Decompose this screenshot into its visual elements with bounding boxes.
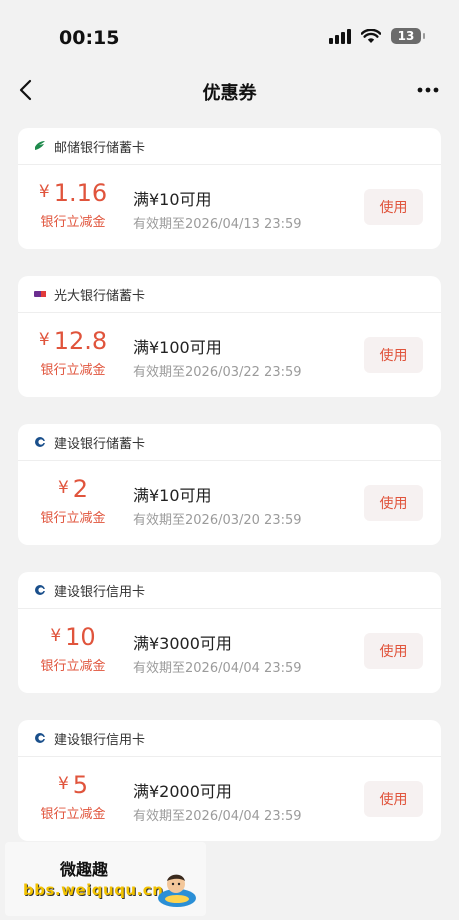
coupon-card-body: ¥12.8 银行立减金 满¥100可用 有效期至2026/03/22 23:59… <box>18 313 441 397</box>
amount-label: 银行立减金 <box>40 511 106 526</box>
mascot-icon <box>158 874 196 907</box>
amount-value: 2 <box>72 475 89 503</box>
coupon-condition: 满¥10可用 <box>133 190 212 209</box>
use-button[interactable]: 使用 <box>364 633 423 669</box>
status-icons: 13 <box>329 28 425 44</box>
amount-label: 银行立减金 <box>40 215 106 230</box>
coupon-condition: 满¥3000可用 <box>133 634 232 653</box>
bank-name: 建设银行信用卡 <box>54 584 146 600</box>
amount-value: 12.8 <box>53 327 108 355</box>
use-button[interactable]: 使用 <box>364 337 423 373</box>
psbc-logo-icon <box>35 141 45 150</box>
use-button[interactable]: 使用 <box>364 781 423 817</box>
watermark-url: bbs.weiququ.cn <box>23 881 164 899</box>
battery-indicator: 13 <box>391 28 425 44</box>
coupon-card-header: 建设银行储蓄卡 <box>18 424 441 461</box>
coupon-amount: ¥12.8 银行立减金 <box>18 327 128 378</box>
signal-icon <box>329 29 351 44</box>
coupon-card: 建设银行信用卡 ¥5 银行立减金 满¥2000可用 有效期至2026/04/04… <box>18 720 441 841</box>
amount-label: 银行立减金 <box>40 363 106 378</box>
currency-symbol: ¥ <box>57 478 69 498</box>
amount-label: 银行立减金 <box>40 807 106 822</box>
coupon-amount: ¥5 银行立减金 <box>18 771 128 822</box>
coupon-card-body: ¥10 银行立减金 满¥3000可用 有效期至2026/04/04 23:59 … <box>18 609 441 693</box>
use-button[interactable]: 使用 <box>364 485 423 521</box>
page-title: 优惠券 <box>202 83 257 104</box>
status-bar: 00:15 13 <box>0 0 459 68</box>
watermark-title: 微趣趣 <box>60 860 109 879</box>
coupon-card-header: 光大银行储蓄卡 <box>18 276 441 313</box>
coupon-card-header: 邮储银行储蓄卡 <box>18 128 441 165</box>
coupon-card-header: 建设银行信用卡 <box>18 720 441 757</box>
amount-value: 10 <box>65 623 96 651</box>
nav-bar: 优惠券 <box>0 68 459 112</box>
ccb-logo-icon <box>35 733 46 743</box>
coupon-expiry: 有效期至2026/03/22 23:59 <box>133 365 302 380</box>
coupon-card: 邮储银行储蓄卡 ¥1.16 银行立减金 满¥10可用 有效期至2026/04/1… <box>18 128 441 249</box>
coupon-card-header: 建设银行信用卡 <box>18 572 441 609</box>
coupon-condition: 满¥2000可用 <box>133 782 232 801</box>
amount-value: 1.16 <box>53 179 108 207</box>
coupon-amount: ¥2 银行立减金 <box>18 475 128 526</box>
amount-value: 5 <box>72 771 89 799</box>
bank-name: 建设银行信用卡 <box>54 732 146 748</box>
ccb-logo-icon <box>35 585 46 595</box>
use-button[interactable]: 使用 <box>364 189 423 225</box>
coupon-card: 建设银行储蓄卡 ¥2 银行立减金 满¥10可用 有效期至2026/03/20 2… <box>18 424 441 545</box>
coupon-expiry: 有效期至2026/03/20 23:59 <box>133 513 302 528</box>
coupon-card-body: ¥5 银行立减金 满¥2000可用 有效期至2026/04/04 23:59 使… <box>18 757 441 841</box>
status-time: 00:15 <box>59 27 120 49</box>
coupon-card-body: ¥1.16 银行立减金 满¥10可用 有效期至2026/04/13 23:59 … <box>18 165 441 249</box>
amount-label: 银行立减金 <box>40 659 106 674</box>
ceb-logo-icon <box>34 291 46 297</box>
coupon-expiry: 有效期至2026/04/04 23:59 <box>133 661 302 676</box>
currency-symbol: ¥ <box>57 774 69 794</box>
bank-name: 邮储银行储蓄卡 <box>54 140 146 156</box>
coupon-card-body: ¥2 银行立减金 满¥10可用 有效期至2026/03/20 23:59 使用 <box>18 461 441 545</box>
coupon-card: 建设银行信用卡 ¥10 银行立减金 满¥3000可用 有效期至2026/04/0… <box>18 572 441 693</box>
coupon-condition: 满¥100可用 <box>133 338 222 357</box>
coupon-amount: ¥10 银行立减金 <box>18 623 128 674</box>
coupon-expiry: 有效期至2026/04/04 23:59 <box>133 809 302 824</box>
coupon-expiry: 有效期至2026/04/13 23:59 <box>133 217 302 232</box>
coupon-list: 邮储银行储蓄卡 ¥1.16 银行立减金 满¥10可用 有效期至2026/04/1… <box>18 128 441 868</box>
coupon-amount: ¥1.16 银行立减金 <box>18 179 128 230</box>
currency-symbol: ¥ <box>50 626 62 646</box>
bank-name: 光大银行储蓄卡 <box>54 288 146 304</box>
wifi-icon <box>361 28 381 43</box>
currency-symbol: ¥ <box>38 182 50 202</box>
currency-symbol: ¥ <box>38 330 50 350</box>
coupon-card: 光大银行储蓄卡 ¥12.8 银行立减金 满¥100可用 有效期至2026/03/… <box>18 276 441 397</box>
watermark: 微趣趣 bbs.weiququ.cn <box>5 842 206 916</box>
ccb-logo-icon <box>35 437 46 447</box>
bank-name: 建设银行储蓄卡 <box>54 436 146 452</box>
coupon-condition: 满¥10可用 <box>133 486 212 505</box>
more-icon[interactable] <box>417 86 439 94</box>
